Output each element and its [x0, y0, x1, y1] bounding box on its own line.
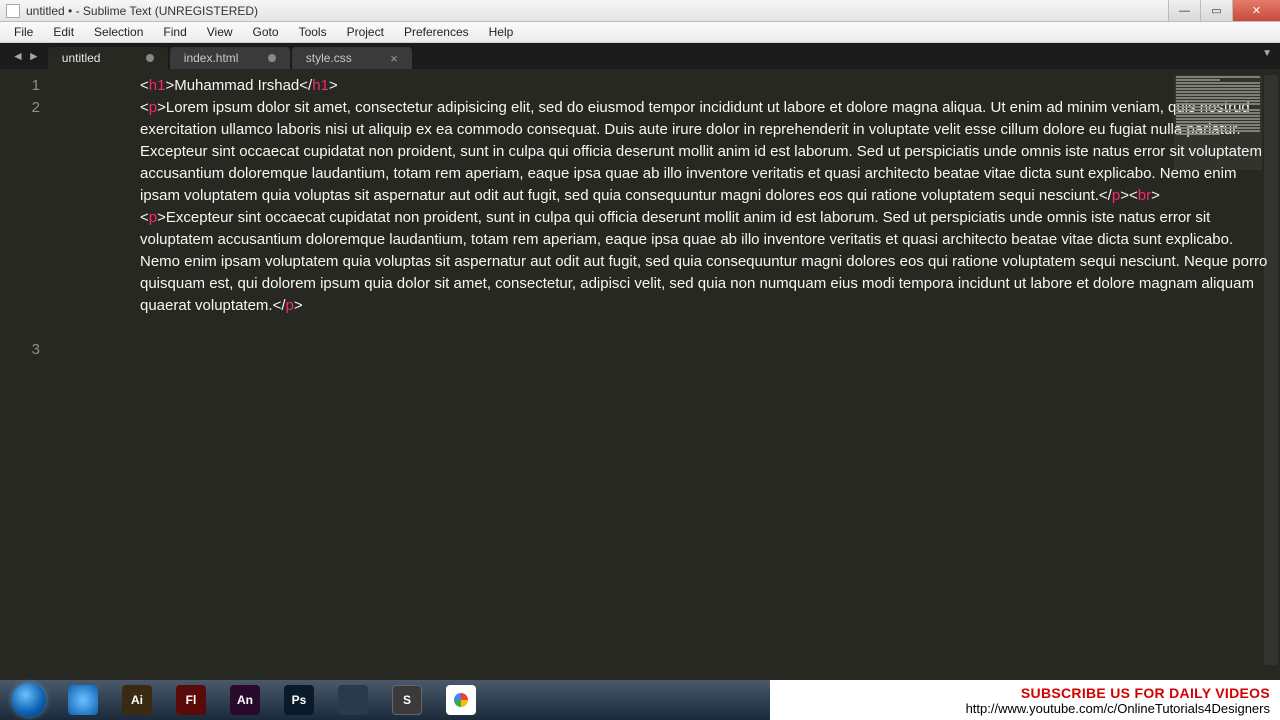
tab-label: untitled: [62, 51, 101, 65]
menu-selection[interactable]: Selection: [84, 22, 153, 42]
tab-overflow-icon[interactable]: ▼: [1262, 48, 1272, 59]
minimap[interactable]: [1174, 75, 1262, 170]
line-number[interactable]: 3: [0, 339, 40, 537]
titlebar[interactable]: untitled • - Sublime Text (UNREGISTERED)…: [0, 0, 1280, 22]
tab-close-icon[interactable]: ×: [390, 51, 398, 66]
code-area[interactable]: <h1>Muhammad Irshad</h1> <p>Lorem ipsum …: [140, 69, 1280, 700]
scrollbar-thumb[interactable]: [1264, 75, 1278, 665]
illustrator-icon: Ai: [122, 685, 152, 715]
flash-icon: Fl: [176, 685, 206, 715]
fold-margin[interactable]: [50, 69, 140, 700]
bottom-overlay: Ai Fl An Ps S SUBSCRIBE US FOR DAILY VID…: [0, 680, 1280, 720]
menu-tools[interactable]: Tools: [289, 22, 337, 42]
taskbar-illustrator[interactable]: Ai: [110, 680, 164, 720]
app-icon: [6, 4, 20, 18]
window-buttons: — ▭ ✕: [1168, 0, 1280, 21]
subscribe-headline: SUBSCRIBE US FOR DAILY VIDEOS: [1021, 685, 1270, 701]
chrome-icon: [446, 685, 476, 715]
tabstrip: ◄ ► untitled index.html style.css × ▼: [0, 43, 1280, 69]
menu-project[interactable]: Project: [337, 22, 394, 42]
menu-view[interactable]: View: [197, 22, 243, 42]
explorer-icon: [338, 685, 368, 715]
vertical-scrollbar[interactable]: [1264, 75, 1278, 665]
windows-taskbar[interactable]: Ai Fl An Ps S: [0, 680, 770, 720]
menu-edit[interactable]: Edit: [43, 22, 84, 42]
taskbar-ie[interactable]: [56, 680, 110, 720]
tab-untitled[interactable]: untitled: [48, 47, 168, 69]
photoshop-icon: Ps: [284, 685, 314, 715]
dirty-indicator-icon: [146, 54, 154, 62]
tab-style-css[interactable]: style.css ×: [292, 47, 412, 69]
nav-back-icon[interactable]: ◄: [12, 49, 24, 63]
taskbar-explorer[interactable]: [326, 680, 380, 720]
line-number[interactable]: 1: [0, 75, 40, 97]
window-title: untitled • - Sublime Text (UNREGISTERED): [26, 4, 1168, 18]
tab-index-html[interactable]: index.html: [170, 47, 290, 69]
taskbar-chrome[interactable]: [434, 680, 488, 720]
subscribe-url: http://www.youtube.com/c/OnlineTutorials…: [966, 701, 1270, 716]
menu-help[interactable]: Help: [479, 22, 524, 42]
menubar: File Edit Selection Find View Goto Tools…: [0, 22, 1280, 43]
minimize-button[interactable]: —: [1168, 0, 1200, 21]
dirty-indicator-icon: [268, 54, 276, 62]
taskbar-sublime[interactable]: S: [380, 680, 434, 720]
line-number[interactable]: 2: [0, 97, 40, 339]
gutter[interactable]: 1 2 3: [0, 69, 50, 700]
ie-icon: [68, 685, 98, 715]
sublime-icon: S: [392, 685, 422, 715]
editor[interactable]: 1 2 3 <h1>Muhammad Irshad</h1> <p>Lorem …: [0, 69, 1280, 700]
nav-forward-icon[interactable]: ►: [28, 49, 40, 63]
maximize-button[interactable]: ▭: [1200, 0, 1232, 21]
app-window: untitled • - Sublime Text (UNREGISTERED)…: [0, 0, 1280, 720]
taskbar-animate[interactable]: An: [218, 680, 272, 720]
menu-preferences[interactable]: Preferences: [394, 22, 479, 42]
tab-label: index.html: [184, 51, 239, 65]
tab-label: style.css: [306, 51, 352, 65]
taskbar-flash[interactable]: Fl: [164, 680, 218, 720]
windows-orb-icon: [12, 683, 46, 717]
start-button[interactable]: [2, 680, 56, 720]
animate-icon: An: [230, 685, 260, 715]
menu-find[interactable]: Find: [153, 22, 196, 42]
menu-file[interactable]: File: [4, 22, 43, 42]
subscribe-banner: SUBSCRIBE US FOR DAILY VIDEOS http://www…: [770, 680, 1280, 720]
taskbar-photoshop[interactable]: Ps: [272, 680, 326, 720]
tab-history-nav[interactable]: ◄ ►: [4, 43, 48, 69]
close-button[interactable]: ✕: [1232, 0, 1280, 21]
menu-goto[interactable]: Goto: [243, 22, 289, 42]
